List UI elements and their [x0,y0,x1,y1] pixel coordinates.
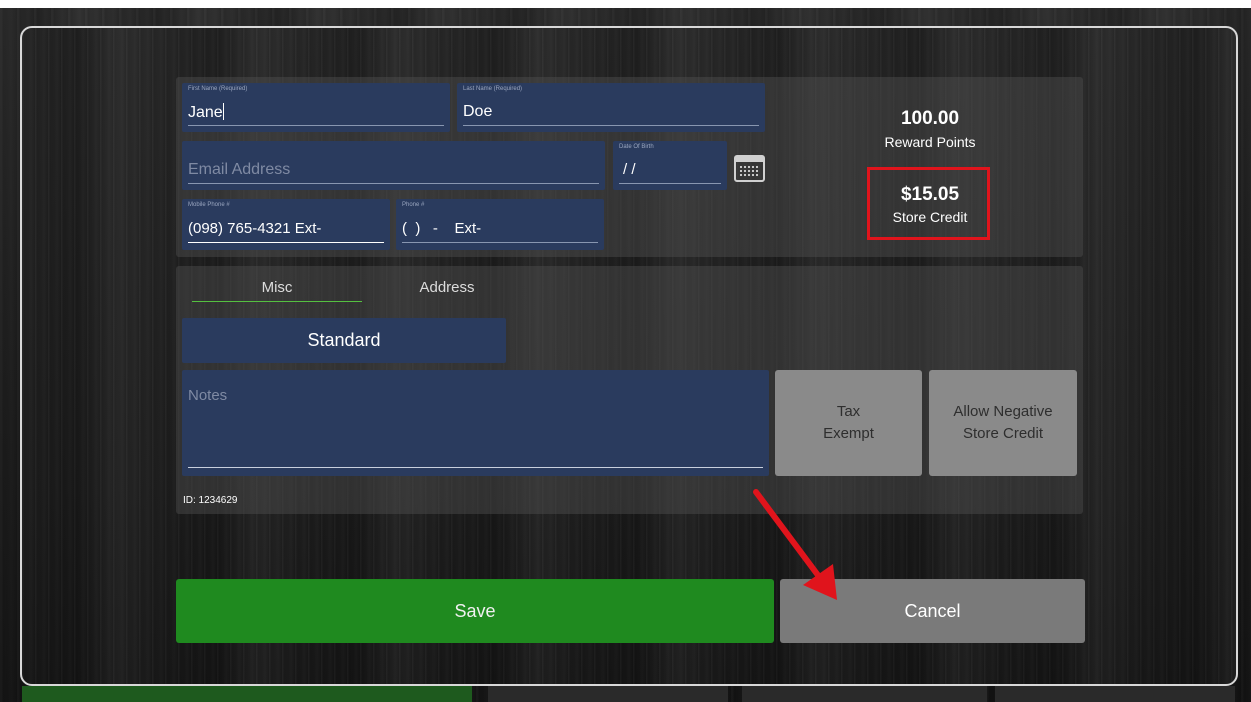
date-of-birth-label: Date Of Birth [619,144,654,150]
last-name-underline [463,125,759,126]
date-of-birth-underline [619,183,721,184]
first-name-underline [188,125,444,126]
tax-exempt-button[interactable]: Tax Exempt [775,370,922,476]
mobile-phone-value: (098) 765-4321 Ext- [188,220,322,237]
first-name-value: Jane [188,104,223,121]
tab-misc-underline [192,301,362,302]
last-name-label: Last Name (Required) [463,86,523,92]
price-level-button[interactable]: Standard [182,318,506,363]
customer-id: ID: 1234629 [183,495,238,506]
save-button-label: Save [454,600,496,621]
email-underline [188,183,599,184]
reward-points-label: Reward Points [884,134,976,150]
last-name-value: Doe [463,103,493,120]
mobile-phone-label: Mobile Phone # [188,202,230,208]
email-field[interactable]: Email Address [182,141,605,190]
notes-placeholder: Notes [188,387,228,404]
date-of-birth-field[interactable]: Date Of Birth / / [613,141,727,190]
email-placeholder: Email Address [188,161,291,178]
phone-value: ( ) - Ext- [402,220,482,237]
allow-negative-store-credit-button[interactable]: Allow Negative Store Credit [929,370,1077,476]
notes-field[interactable]: Notes [182,370,769,476]
tab-address[interactable]: Address [362,279,532,296]
last-name-field[interactable]: Last Name (Required) Doe [457,83,765,132]
reward-points-value: 100.00 [900,108,960,129]
mobile-phone-underline [188,242,384,243]
phone-field[interactable]: Phone # ( ) - Ext- [396,199,604,250]
text-cursor [222,103,224,120]
first-name-field[interactable]: First Name (Required) Jane [182,83,450,132]
annotation-arrow-icon [753,489,837,600]
notes-underline [188,467,763,468]
date-of-birth-value: / / [623,161,636,178]
mobile-phone-field[interactable]: Mobile Phone # (098) 765-4321 Ext- [182,199,390,250]
store-credit-highlight-box [867,167,990,240]
save-button[interactable]: Save [176,579,774,643]
cancel-button-label: Cancel [904,600,961,621]
background-bottom-bar [0,686,1251,702]
calendar-icon[interactable] [734,155,765,182]
tab-misc[interactable]: Misc [192,279,362,296]
first-name-label: First Name (Required) [188,86,248,92]
top-strip [0,0,1251,8]
phone-underline [402,242,598,243]
phone-label: Phone # [402,202,425,208]
price-level-label: Standard [307,330,381,350]
